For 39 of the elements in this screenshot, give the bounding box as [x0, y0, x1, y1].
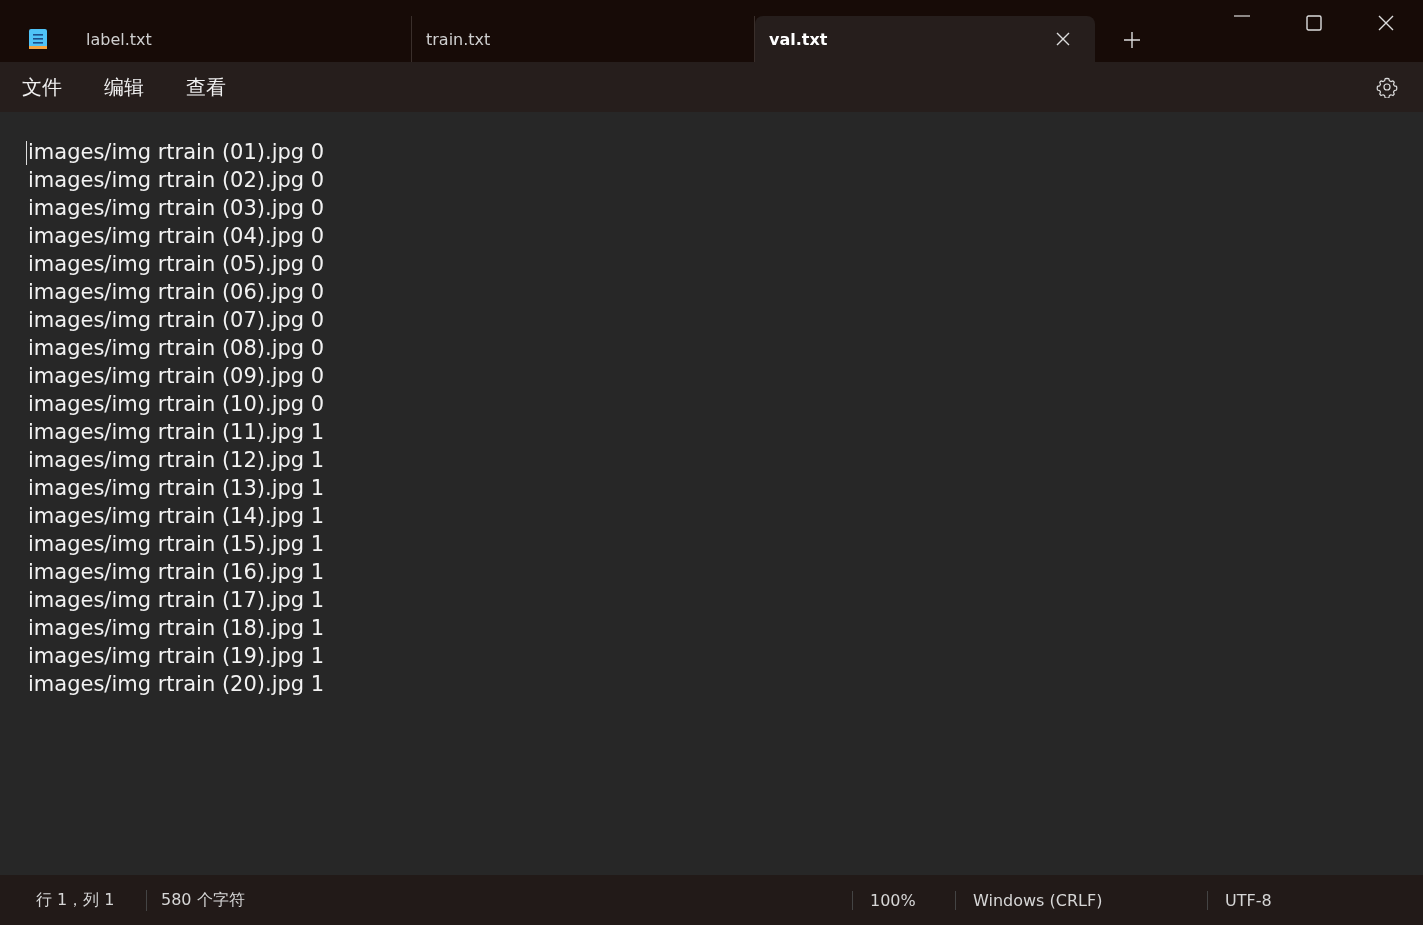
new-tab-icon[interactable] [1123, 31, 1141, 49]
text-line: images/img rtrain (02).jpg 0 [28, 167, 325, 194]
text-line: images/img rtrain (03).jpg 0 [28, 195, 325, 222]
text-line: images/img rtrain (18).jpg 1 [28, 615, 325, 642]
notepad-icon [28, 27, 48, 51]
settings-icon[interactable] [1376, 76, 1398, 98]
text-cursor [26, 141, 27, 165]
text-line: images/img rtrain (05).jpg 0 [28, 251, 325, 278]
character-count: 580 个字符 [146, 889, 346, 911]
text-line: images/img rtrain (07).jpg 0 [28, 307, 325, 334]
file-tab[interactable]: val.txt [755, 16, 1095, 62]
menu-item[interactable]: 文件 [22, 73, 62, 101]
text-line: images/img rtrain (06).jpg 0 [28, 279, 325, 306]
close-icon[interactable] [1378, 15, 1394, 31]
text-line: images/img rtrain (20).jpg 1 [28, 671, 325, 698]
text-line: images/img rtrain (14).jpg 1 [28, 503, 325, 530]
zoom-level[interactable]: 100% [852, 890, 955, 910]
maximize-icon[interactable] [1306, 15, 1322, 31]
text-line: images/img rtrain (04).jpg 0 [28, 223, 325, 250]
menu-item[interactable]: 查看 [186, 73, 226, 101]
tab-label: label.txt [86, 29, 153, 49]
encoding[interactable]: UTF-8 [1207, 890, 1423, 910]
text-line: images/img rtrain (08).jpg 0 [28, 335, 325, 362]
text-line: images/img rtrain (19).jpg 1 [28, 643, 325, 670]
text-line: images/img rtrain (11).jpg 1 [28, 419, 325, 446]
line-ending[interactable]: Windows (CRLF) [955, 890, 1207, 910]
text-line: images/img rtrain (17).jpg 1 [28, 587, 325, 614]
cursor-position: 行 1，列 1 [35, 889, 116, 911]
text-line: images/img rtrain (16).jpg 1 [28, 559, 325, 586]
tab-label: val.txt [769, 29, 829, 49]
menu-item[interactable]: 编辑 [104, 73, 144, 101]
text-line: images/img rtrain (10).jpg 0 [28, 391, 325, 418]
tab-label: train.txt [426, 29, 492, 49]
text-line: images/img rtrain (15).jpg 1 [28, 531, 325, 558]
close-tab-icon[interactable] [1055, 31, 1071, 47]
text-line: images/img rtrain (13).jpg 1 [28, 475, 325, 502]
text-line: images/img rtrain (12).jpg 1 [28, 447, 325, 474]
text-line: images/img rtrain (09).jpg 0 [28, 363, 325, 390]
text-line: images/img rtrain (01).jpg 0 [28, 139, 325, 166]
